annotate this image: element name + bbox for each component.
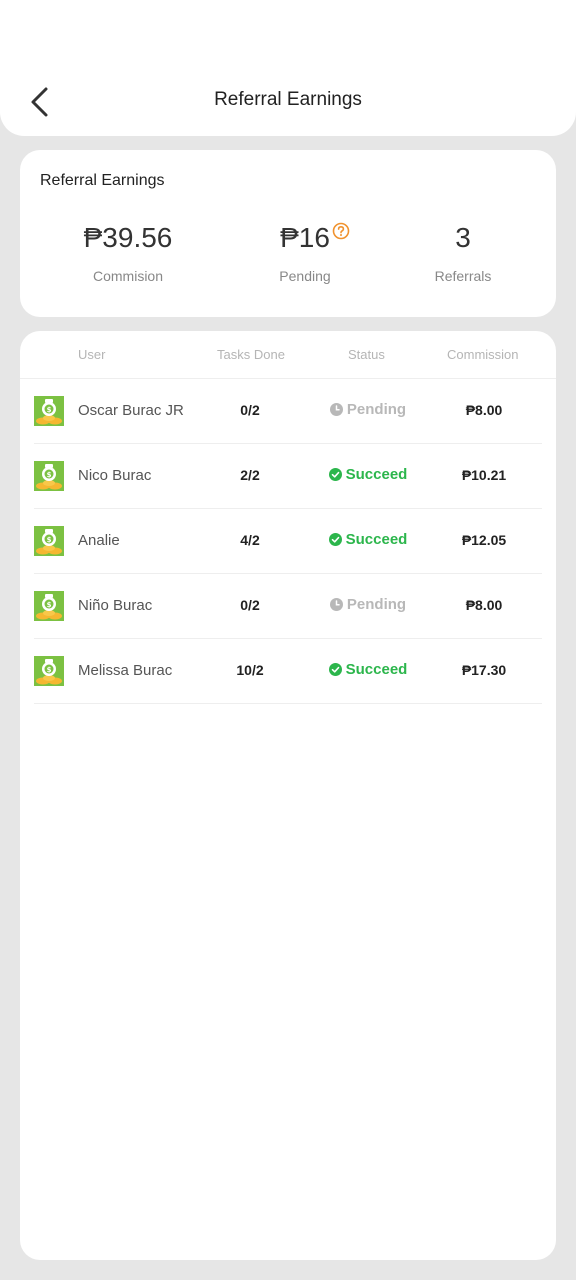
svg-text:$: $ xyxy=(47,536,52,544)
pending-label: Pending xyxy=(279,268,331,284)
status-label: Pending xyxy=(346,596,407,613)
commission-value: ₱8.00 xyxy=(465,597,503,613)
tasks-done: 0/2 xyxy=(240,597,260,613)
header-user: User xyxy=(78,347,106,362)
clock-icon xyxy=(329,598,343,611)
commission-value: ₱12.05 xyxy=(461,532,507,548)
table-row[interactable]: $ Analie 4/2 Succeed ₱12.05 xyxy=(34,509,542,574)
commission-stat: ₱39.56 Commision xyxy=(48,220,208,284)
money-bag-avatar-icon: $ xyxy=(34,396,64,426)
user-name: Nico Burac xyxy=(78,467,152,484)
status-badge: Succeed xyxy=(318,531,418,548)
status-badge: Succeed xyxy=(318,466,418,483)
summary-card: Referral Earnings ₱39.56 Commision ₱16 P… xyxy=(20,150,556,317)
table-row[interactable]: $ Niño Burac 0/2 Pending ₱8.00 xyxy=(34,574,542,639)
status-badge: Pending xyxy=(318,401,418,418)
tasks-done: 10/2 xyxy=(236,662,264,678)
commission-value: ₱8.00 xyxy=(465,402,503,418)
status-badge: Pending xyxy=(318,596,418,613)
check-circle-icon xyxy=(328,533,342,546)
referrals-label: Referrals xyxy=(434,268,492,284)
tasks-done: 2/2 xyxy=(240,467,260,483)
commission-value: ₱17.30 xyxy=(461,662,507,678)
question-circle-icon[interactable] xyxy=(332,222,350,240)
pending-stat: ₱16 Pending xyxy=(225,220,385,284)
top-bar: Referral Earnings xyxy=(0,0,576,136)
user-name: Oscar Burac JR xyxy=(78,402,184,419)
header-status: Status xyxy=(348,347,385,362)
commission-value: ₱10.21 xyxy=(461,467,507,483)
pending-value: ₱16 xyxy=(280,222,330,253)
status-label: Pending xyxy=(346,401,407,418)
page-title: Referral Earnings xyxy=(214,89,362,110)
referrals-value: 3 xyxy=(455,222,471,253)
table-header: User Tasks Done Status Commission xyxy=(20,331,556,379)
status-label: Succeed xyxy=(345,466,408,483)
table-row[interactable]: $ Nico Burac 2/2 Succeed ₱10.21 xyxy=(34,444,542,509)
money-bag-avatar-icon: $ xyxy=(34,461,64,491)
money-bag-avatar-icon: $ xyxy=(34,591,64,621)
user-name: Analie xyxy=(78,532,120,549)
check-circle-icon xyxy=(328,663,342,676)
header-commission: Commission xyxy=(447,347,519,362)
tasks-done: 0/2 xyxy=(240,402,260,418)
summary-title: Referral Earnings xyxy=(40,172,165,189)
table-row[interactable]: $ Oscar Burac JR 0/2 Pending ₱8.00 xyxy=(34,379,542,444)
svg-text:$: $ xyxy=(47,666,52,674)
check-circle-icon xyxy=(328,468,342,481)
svg-text:$: $ xyxy=(47,471,52,479)
status-badge: Succeed xyxy=(318,661,418,678)
referrals-table: User Tasks Done Status Commission $ Osca… xyxy=(20,331,556,1260)
tasks-done: 4/2 xyxy=(240,532,260,548)
table-row[interactable]: $ Melissa Burac 10/2 Succeed ₱17.30 xyxy=(34,639,542,704)
money-bag-avatar-icon: $ xyxy=(34,526,64,556)
pending-value-wrap: ₱16 xyxy=(280,220,350,256)
clock-icon xyxy=(329,403,343,416)
money-bag-avatar-icon: $ xyxy=(34,656,64,686)
user-name: Niño Burac xyxy=(78,597,153,614)
status-label: Succeed xyxy=(345,661,408,678)
header-tasks-done: Tasks Done xyxy=(217,347,285,362)
status-label: Succeed xyxy=(345,531,408,548)
svg-text:$: $ xyxy=(47,601,52,609)
svg-text:$: $ xyxy=(47,406,52,414)
referrals-stat: 3 Referrals xyxy=(383,220,543,284)
commission-value: ₱39.56 xyxy=(83,222,173,253)
commission-label: Commision xyxy=(92,268,163,284)
user-name: Melissa Burac xyxy=(78,662,173,679)
